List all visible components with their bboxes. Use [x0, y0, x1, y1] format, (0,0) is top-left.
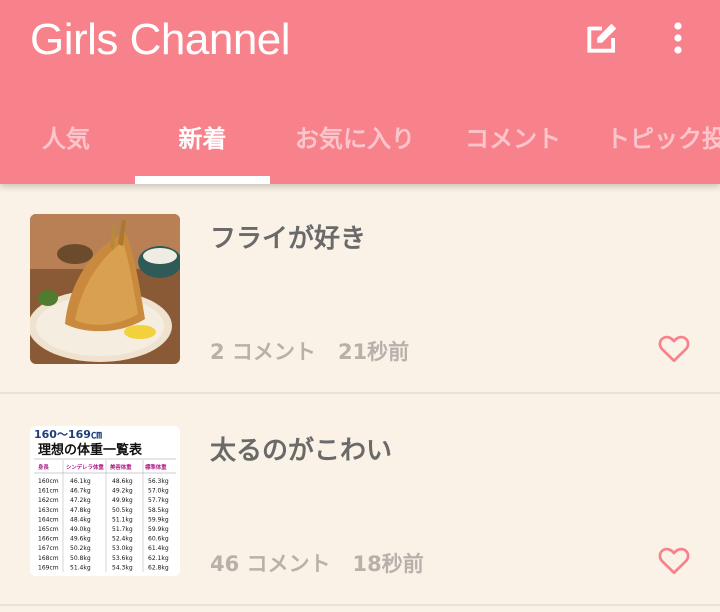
- thumb-table-cell: 49.2kg: [112, 488, 133, 495]
- thumb-table-cell: 62.8kg: [148, 564, 169, 571]
- thumb-table-cell: 49.0kg: [70, 526, 91, 533]
- thumb-col-height: 身長: [38, 463, 49, 471]
- tab-comments[interactable]: コメント: [455, 110, 571, 184]
- thumb-col-cinderella: シンデレラ体重: [66, 463, 104, 471]
- thumb-table-cell: 60.6kg: [148, 536, 169, 543]
- thumb-table-cell: 50.5kg: [112, 507, 133, 514]
- thumb-table-cell: 165cm: [38, 526, 59, 533]
- topic-meta: 46 コメント 18秒前: [210, 548, 424, 578]
- weight-table-image: 160〜169㎝ 理想の体重一覧表 身長 シンデレラ体重 美容体重 標準体重 1…: [30, 426, 180, 576]
- topic-title[interactable]: 太るのがこわい: [210, 430, 392, 467]
- thumb-table-cell: 54.3kg: [112, 564, 133, 571]
- topic-item[interactable]: フライが好き 2 コメント 21秒前: [0, 184, 720, 394]
- comment-count: 46 コメント: [210, 552, 331, 576]
- thumb-table-cell: 169cm: [38, 564, 59, 571]
- heart-icon[interactable]: [656, 542, 692, 578]
- thumb-table-cell: 47.2kg: [70, 497, 91, 504]
- topic-thumbnail: 160〜169㎝ 理想の体重一覧表 身長 シンデレラ体重 美容体重 標準体重 1…: [30, 426, 180, 576]
- tab-bar: 人気 新着 お気に入り コメント トピック投稿: [0, 110, 720, 184]
- topic-item[interactable]: 160〜169㎝ 理想の体重一覧表 身長 シンデレラ体重 美容体重 標準体重 1…: [0, 396, 720, 606]
- heart-icon[interactable]: [656, 330, 692, 366]
- thumb-table-cell: 162cm: [38, 497, 59, 504]
- tab-favorites[interactable]: お気に入り: [288, 110, 422, 184]
- thumb-table-cell: 59.9kg: [148, 516, 169, 523]
- thumb-range: 160〜169㎝: [34, 428, 102, 441]
- thumb-table-cell: 168cm: [38, 555, 59, 562]
- thumb-table-cell: 53.0kg: [112, 545, 133, 552]
- thumb-table-cell: 164cm: [38, 516, 59, 523]
- app-bar: Girls Channel 人気 新着 お気に入り コメント トピック投稿: [0, 0, 720, 184]
- post-time: 18秒前: [352, 552, 424, 576]
- thumb-table-cell: 166cm: [38, 536, 59, 543]
- topic-meta: 2 コメント 21秒前: [210, 336, 409, 366]
- thumb-table-cell: 61.4kg: [148, 545, 169, 552]
- tab-popular[interactable]: 人気: [20, 110, 112, 184]
- thumb-table-cell: 51.4kg: [70, 564, 91, 571]
- more-options-button[interactable]: [654, 14, 702, 62]
- topic-thumbnail: [30, 214, 180, 364]
- tab-post-topic[interactable]: トピック投稿: [606, 110, 720, 184]
- thumb-table-cell: 160cm: [38, 478, 59, 485]
- thumb-table-cell: 62.1kg: [148, 555, 169, 562]
- thumb-table-cell: 56.3kg: [148, 478, 169, 485]
- compose-icon: [587, 23, 617, 53]
- thumb-table-cell: 57.0kg: [148, 488, 169, 495]
- thumb-table-cell: 47.8kg: [70, 507, 91, 514]
- thumb-table-cell: 50.8kg: [70, 555, 91, 562]
- fried-fish-photo: [30, 214, 180, 364]
- thumb-table-cell: 52.4kg: [112, 536, 133, 543]
- tab-indicator: [135, 176, 270, 184]
- thumb-table-cell: 58.5kg: [148, 507, 169, 514]
- thumb-table-cell: 50.2kg: [70, 545, 91, 552]
- thumb-col-standard: 標準体重: [145, 463, 167, 471]
- more-vert-icon: [674, 22, 682, 54]
- thumb-table-cell: 46.1kg: [70, 478, 91, 485]
- thumb-table-cell: 163cm: [38, 507, 59, 514]
- thumb-table-cell: 51.1kg: [112, 516, 133, 523]
- thumb-table-cell: 46.7kg: [70, 488, 91, 495]
- thumb-table-cell: 161cm: [38, 488, 59, 495]
- tab-new[interactable]: 新着: [135, 110, 270, 184]
- thumb-table-cell: 167cm: [38, 545, 59, 552]
- thumb-table-cell: 49.6kg: [70, 536, 91, 543]
- post-time: 21秒前: [337, 340, 410, 364]
- thumb-table-cell: 53.6kg: [112, 555, 133, 562]
- compose-button[interactable]: [578, 14, 626, 62]
- thumb-heading: 理想の体重一覧表: [38, 442, 143, 458]
- thumb-table-cell: 51.7kg: [112, 526, 133, 533]
- thumb-table-cell: 57.7kg: [148, 497, 169, 504]
- topic-title[interactable]: フライが好き: [210, 218, 366, 255]
- thumb-col-beauty: 美容体重: [110, 463, 132, 471]
- comment-count: 2 コメント: [210, 340, 316, 364]
- app-title: Girls Channel: [30, 15, 291, 64]
- thumb-table-cell: 48.4kg: [70, 516, 91, 523]
- thumb-table-cell: 49.9kg: [112, 497, 133, 504]
- thumb-table-cell: 59.9kg: [148, 526, 169, 533]
- thumb-table-cell: 48.6kg: [112, 478, 133, 485]
